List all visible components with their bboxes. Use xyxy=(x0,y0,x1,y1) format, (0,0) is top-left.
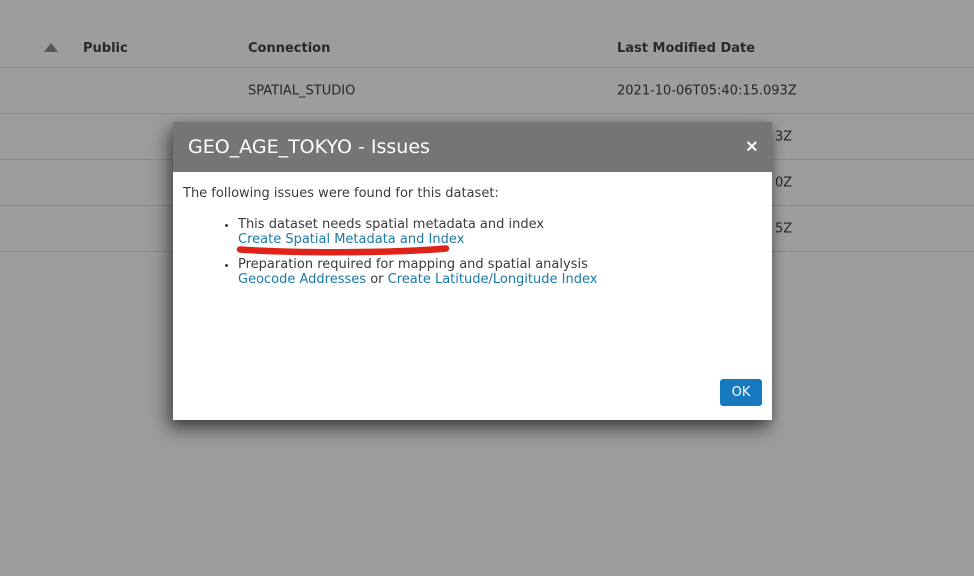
ok-button[interactable]: OK xyxy=(720,379,762,406)
close-icon[interactable]: × xyxy=(745,139,759,156)
issue-text: Preparation required for mapping and spa… xyxy=(238,257,762,272)
issues-list: This dataset needs spatial metadata and … xyxy=(183,217,762,287)
issue-links-line: Geocode Addresses or Create Latitude/Lon… xyxy=(238,272,762,287)
app-screen: Public Connection Last Modified Date SPA… xyxy=(0,0,974,576)
issue-item: Preparation required for mapping and spa… xyxy=(238,257,762,287)
dialog-title: GEO_AGE_TOKYO - Issues xyxy=(188,136,430,158)
issue-item: This dataset needs spatial metadata and … xyxy=(238,217,762,247)
dialog-header: GEO_AGE_TOKYO - Issues × xyxy=(173,122,772,172)
dialog-body: The following issues were found for this… xyxy=(173,172,772,420)
create-spatial-metadata-link[interactable]: Create Spatial Metadata and Index xyxy=(238,232,762,247)
issues-dialog: GEO_AGE_TOKYO - Issues × The following i… xyxy=(173,122,772,420)
link-separator-text: or xyxy=(366,272,388,287)
create-lat-lon-index-link[interactable]: Create Latitude/Longitude Index xyxy=(388,272,598,287)
dialog-intro-text: The following issues were found for this… xyxy=(183,186,762,202)
issue-text: This dataset needs spatial metadata and … xyxy=(238,217,762,232)
geocode-addresses-link[interactable]: Geocode Addresses xyxy=(238,272,366,287)
